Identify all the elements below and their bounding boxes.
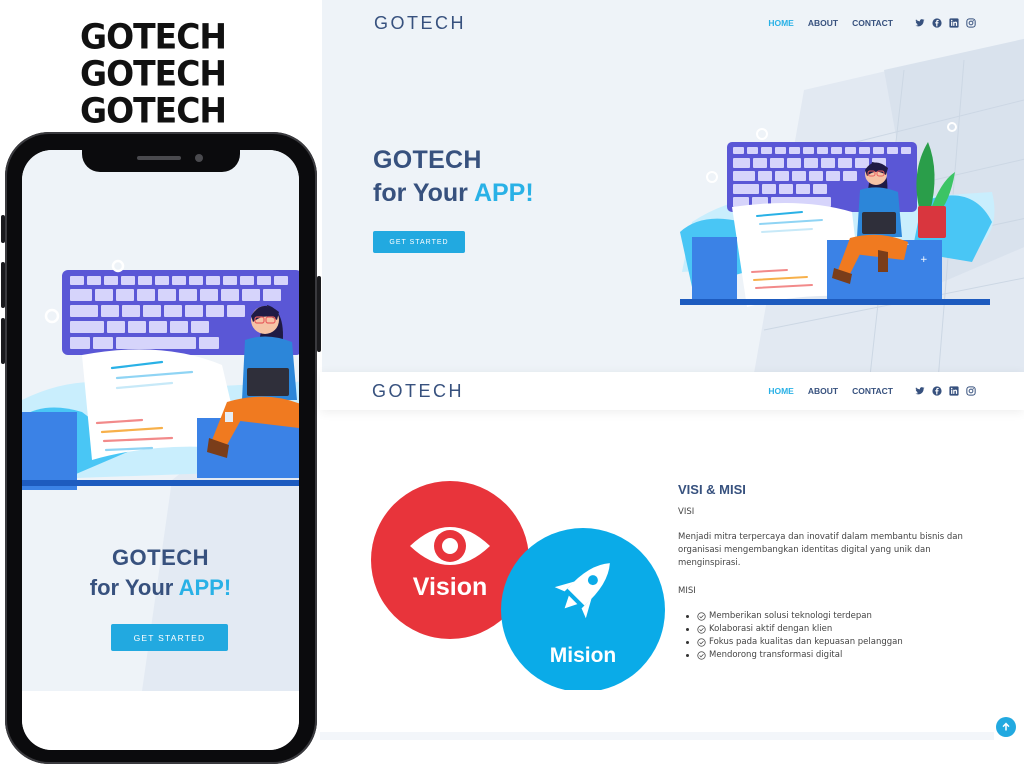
- check-circle-icon: [697, 651, 706, 660]
- check-circle-icon: [697, 638, 706, 647]
- twitter-icon[interactable]: [915, 18, 925, 28]
- phone-volume-down-button: [1, 318, 5, 364]
- phone-side-button: [1, 215, 5, 243]
- nav2-home[interactable]: HOME: [768, 386, 794, 396]
- phone-screen: GOTECH for Your APP! GET STARTED: [22, 150, 299, 750]
- social-links: [915, 18, 976, 28]
- phone-title-line2: for Your APP!: [22, 575, 299, 601]
- arrow-up-icon: [1002, 722, 1010, 731]
- hero-title-line2-accent: APP!: [473, 179, 534, 207]
- check-circle-icon: [697, 612, 706, 621]
- nav-contact[interactable]: CONTACT: [852, 18, 893, 28]
- nav-about[interactable]: ABOUT: [808, 18, 838, 28]
- hero-illustration: + +: [680, 122, 995, 307]
- svg-text:+: +: [920, 255, 928, 265]
- list-item: Mendorong transformasi digital: [686, 649, 968, 662]
- section-divider: [320, 732, 994, 740]
- back-to-top-button[interactable]: [996, 717, 1016, 737]
- misi-item-text: Fokus pada kualitas dan kepuasan pelangg…: [709, 637, 903, 647]
- list-item: Fokus pada kualitas dan kepuasan pelangg…: [686, 636, 968, 649]
- twitter-icon[interactable]: [915, 386, 925, 396]
- instagram-icon[interactable]: [966, 386, 976, 396]
- check-circle-icon: [697, 625, 706, 634]
- phone-title-line1: GOTECH: [111, 545, 210, 570]
- facebook-icon[interactable]: [932, 386, 942, 396]
- linkedin-icon[interactable]: [949, 18, 959, 28]
- hero-logo[interactable]: GOTECH: [374, 13, 466, 34]
- visi-text: Menjadi mitra terpercaya dan inovatif da…: [678, 532, 963, 568]
- phone-bottom-area: [22, 691, 299, 750]
- desktop-hero-section: GOTECH HOME ABOUT CONTACT GOTECH for You…: [322, 0, 1024, 372]
- vm-heading: VISI & MISI: [678, 482, 746, 497]
- nav-home[interactable]: HOME: [768, 18, 794, 28]
- navbar-social-links: [915, 386, 976, 396]
- hero-title-line1: GOTECH: [373, 146, 482, 174]
- vision-mission-graphic: Vision Mision: [371, 481, 665, 690]
- nav2-about[interactable]: ABOUT: [808, 386, 838, 396]
- phone-hero-illustration: [22, 150, 299, 691]
- phone-title-line2-accent: APP!: [178, 575, 232, 600]
- brand-line-3: GOTECH: [80, 90, 227, 131]
- list-item: Memberikan solusi teknologi terdepan: [686, 610, 968, 623]
- misi-title: MISI: [678, 586, 696, 596]
- vision-mission-text: VISI & MISI VISI Menjadi mitra terpercay…: [678, 482, 968, 662]
- hero-get-started-button[interactable]: GET STARTED: [373, 231, 465, 253]
- phone-camera: [195, 154, 203, 162]
- linkedin-icon[interactable]: [949, 386, 959, 396]
- hero-title-line2-prefix: for Your: [373, 179, 468, 207]
- phone-hero-title: GOTECH for Your APP!: [22, 545, 299, 601]
- phone-get-started-button[interactable]: GET STARTED: [111, 624, 228, 651]
- brand-line-2: GOTECH: [80, 53, 227, 94]
- navbar-logo[interactable]: GOTECH: [372, 381, 464, 402]
- mission-label: Mision: [550, 644, 617, 667]
- phone-title-line2-prefix: for Your: [89, 575, 174, 600]
- phone-power-button: [317, 276, 321, 352]
- brand-line-1: GOTECH: [80, 16, 227, 57]
- nav2-contact[interactable]: CONTACT: [852, 386, 893, 396]
- navbar-menu: HOME ABOUT CONTACT: [768, 386, 976, 396]
- misi-item-text: Memberikan solusi teknologi terdepan: [709, 611, 872, 621]
- misi-item-text: Mendorong transformasi digital: [709, 650, 843, 660]
- instagram-icon[interactable]: [966, 18, 976, 28]
- phone-volume-up-button: [1, 262, 5, 308]
- visi-title: VISI: [678, 507, 695, 517]
- hero-title: GOTECH for Your APP!: [373, 146, 534, 208]
- desktop-vision-mission-section: GOTECH HOME ABOUT CONTACT Vision Mision …: [320, 372, 1024, 768]
- hero-title-line2: for Your APP!: [373, 179, 534, 208]
- facebook-icon[interactable]: [932, 18, 942, 28]
- phone-speaker: [137, 156, 181, 160]
- misi-item-text: Kolaborasi aktif dengan klien: [709, 624, 833, 634]
- vision-label: Vision: [413, 573, 488, 601]
- hero-nav-menu: HOME ABOUT CONTACT: [768, 18, 976, 28]
- list-item: Kolaborasi aktif dengan klien: [686, 623, 968, 636]
- hero-navbar: GOTECH HOME ABOUT CONTACT: [322, 0, 1024, 46]
- misi-list: Memberikan solusi teknologi terdepan Kol…: [678, 610, 968, 662]
- sticky-navbar: GOTECH HOME ABOUT CONTACT: [320, 372, 1024, 410]
- brand-title-stack: GOTECH GOTECH GOTECH: [80, 16, 245, 131]
